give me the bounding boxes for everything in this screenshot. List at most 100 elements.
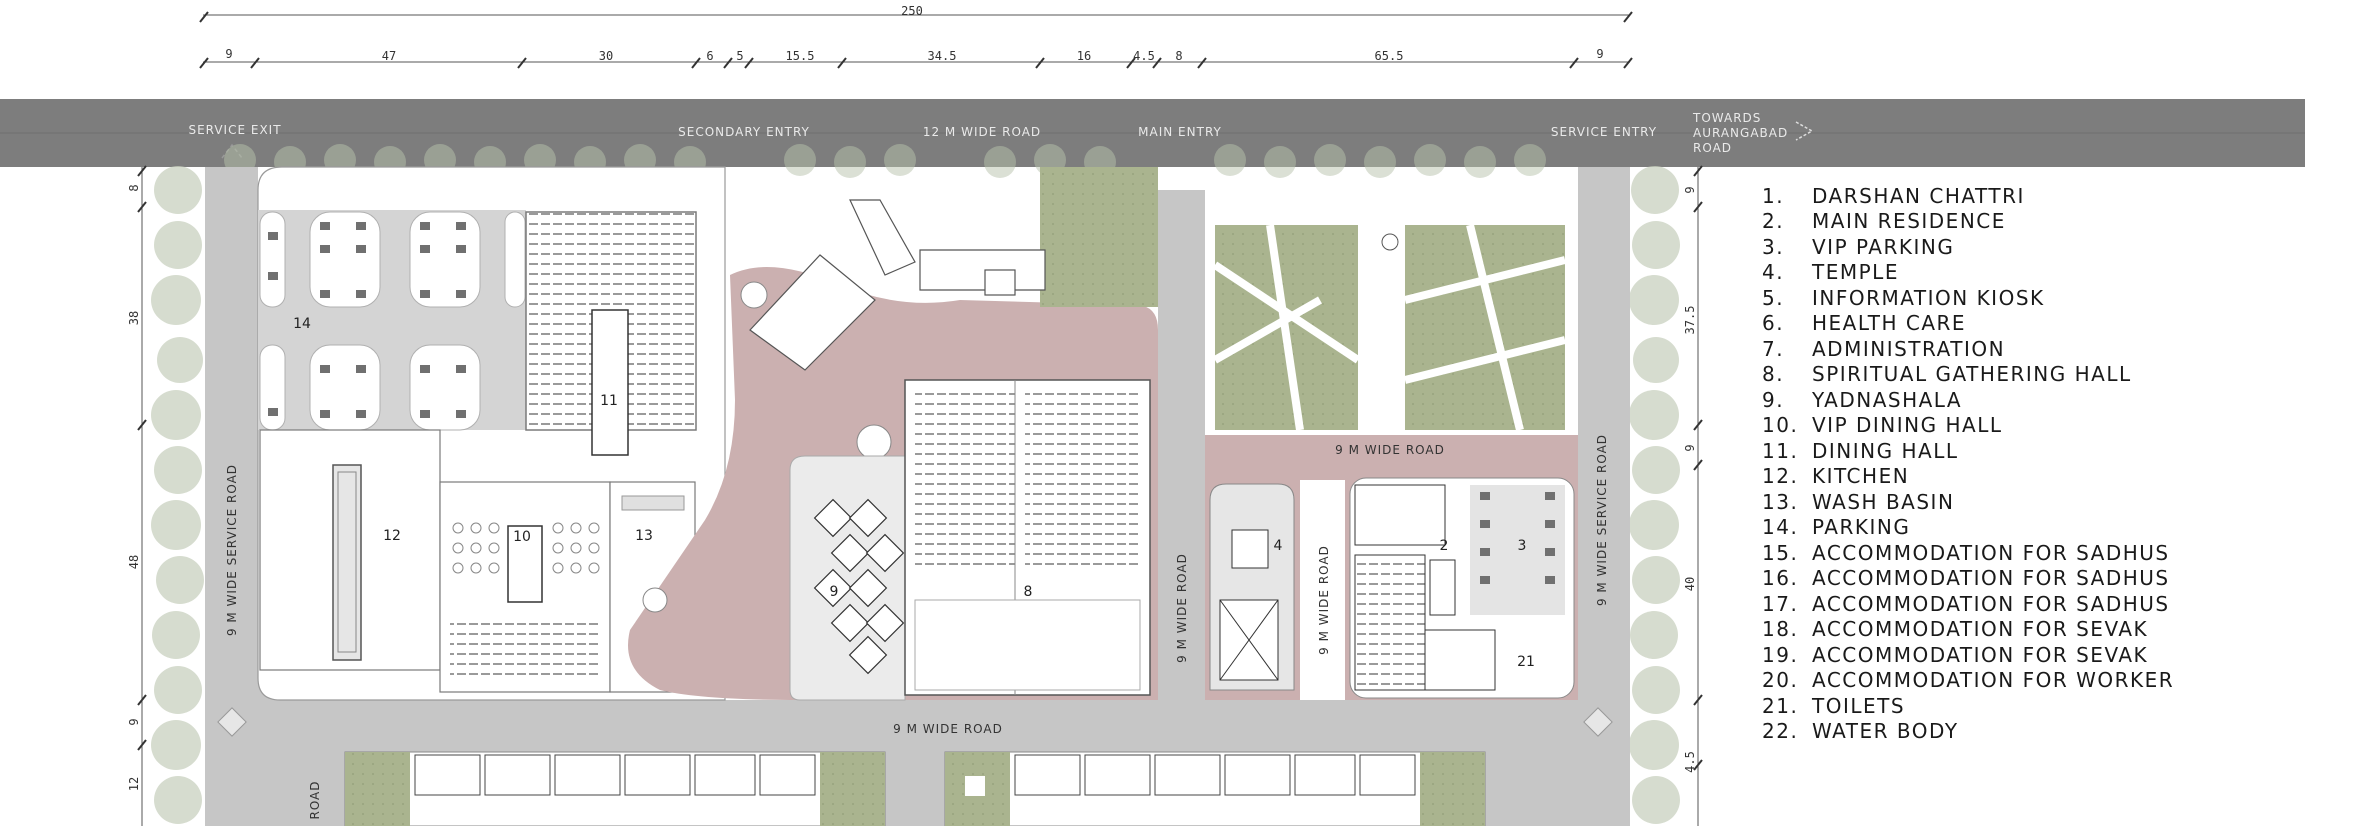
dim-segment: 6: [706, 49, 713, 63]
legend-item: 10. VIP DINING HALL: [1762, 413, 2322, 439]
legend-item: 1. DARSHAN CHATTRI: [1762, 183, 2322, 209]
legend-label: YADNASHALA: [1812, 387, 1963, 412]
legend-item: 16. ACCOMMODATION FOR SADHUS: [1762, 566, 2322, 592]
legend-number: 18.: [1762, 617, 1799, 642]
overall-dimension: 250: [901, 4, 923, 18]
right-dim: 4.5: [1683, 751, 1697, 773]
legend-number: 6.: [1762, 311, 1785, 336]
legend-number: 21.: [1762, 693, 1799, 718]
legend-item: 5. INFORMATION KIOSK: [1762, 285, 2322, 311]
legend-number: 12.: [1762, 464, 1799, 489]
legend-label: TEMPLE: [1812, 260, 1899, 285]
zone-number-yadnashala: 9: [830, 584, 839, 600]
left-dim: 48: [127, 555, 141, 569]
legend-number: 2.: [1762, 209, 1785, 234]
legend-number: 11.: [1762, 438, 1799, 463]
legend-number: 16.: [1762, 566, 1799, 591]
right-dim: 40: [1683, 577, 1697, 591]
left-service-road-label: 9 M WIDE SERVICE ROAD: [225, 464, 239, 636]
towards-road-label: TOWARDS: [1692, 111, 1761, 125]
legend-item: 22. WATER BODY: [1762, 719, 2322, 745]
left-dimension-line: [137, 165, 147, 826]
vertical-road-b-label: 9 M WIDE ROAD: [1317, 545, 1331, 655]
legend-item: 3. VIP PARKING: [1762, 234, 2322, 260]
spiritual-gathering-hall: [904, 379, 1151, 696]
legend-label: DARSHAN CHATTRI: [1812, 183, 2025, 208]
towards-road-label: AURANGABAD: [1693, 126, 1788, 140]
dim-segment: 9: [1596, 47, 1603, 61]
legend-label: ACCOMMODATION FOR WORKER: [1812, 668, 2175, 693]
legend-number: 20.: [1762, 668, 1799, 693]
right-dim: 9: [1683, 186, 1697, 193]
legend-number: 13.: [1762, 489, 1799, 514]
legend-item: 13. WASH BASIN: [1762, 489, 2322, 515]
legend-label: SPIRITUAL GATHERING HALL: [1812, 362, 2132, 387]
legend-label: PARKING: [1812, 515, 1911, 540]
left-dim: 8: [127, 184, 141, 191]
kitchen: [259, 429, 441, 671]
legend-item: 4. TEMPLE: [1762, 260, 2322, 286]
temple: [1205, 480, 1300, 700]
legend-label: ACCOMMODATION FOR SADHUS: [1812, 591, 2170, 616]
legend-item: 14. PARKING: [1762, 515, 2322, 541]
bottom-road-label: 9 M WIDE ROAD: [893, 722, 1003, 736]
dim-segment: 30: [599, 49, 613, 63]
legend-number: 7.: [1762, 336, 1785, 361]
dim-segment: 34.5: [928, 49, 957, 63]
legend-item: 20. ACCOMMODATION FOR WORKER: [1762, 668, 2322, 694]
legend-label: MAIN RESIDENCE: [1812, 209, 2006, 234]
legend-label: ACCOMMODATION FOR SEVAK: [1812, 617, 2149, 642]
left-dim: 38: [127, 311, 141, 325]
legend-label: KITCHEN: [1812, 464, 1910, 489]
bottom-left-road-label: ROAD: [308, 780, 322, 819]
legend-label: ACCOMMODATION FOR SADHUS: [1812, 540, 2170, 565]
zone-number-kitchen: 12: [383, 528, 401, 544]
legend-number: 19.: [1762, 642, 1799, 667]
legend-item: 19. ACCOMMODATION FOR SEVAK: [1762, 642, 2322, 668]
legend-label: VIP DINING HALL: [1812, 413, 2003, 438]
zone-number-toilets: 21: [1517, 654, 1535, 670]
zone-number-dining: 11: [600, 393, 618, 409]
legend-label: TOILETS: [1812, 693, 1906, 718]
zone-number-wash-basin: 13: [635, 528, 653, 544]
dim-segment: 5: [736, 49, 743, 63]
legend-item: 12. KITCHEN: [1762, 464, 2322, 490]
legend-label: VIP PARKING: [1812, 234, 1955, 259]
legend-number: 14.: [1762, 515, 1799, 540]
legend-number: 3.: [1762, 234, 1785, 259]
legend-number: 4.: [1762, 260, 1785, 285]
right-dim: 37.5: [1683, 306, 1697, 335]
zone-number-gathering-hall: 8: [1024, 584, 1033, 600]
east-road-label: 9 M WIDE ROAD: [1335, 443, 1445, 457]
secondary-entry-label: SECONDARY ENTRY: [678, 125, 810, 139]
legend-number: 9.: [1762, 387, 1785, 412]
legend-label: INFORMATION KIOSK: [1812, 285, 2045, 310]
legend-label: ACCOMMODATION FOR SEVAK: [1812, 642, 2149, 667]
east-garden: [1205, 215, 1578, 435]
zone-number-parking: 14: [293, 316, 311, 332]
main-entry-label: MAIN ENTRY: [1138, 125, 1222, 139]
legend-number: 1.: [1762, 183, 1785, 208]
legend-number: 22.: [1762, 719, 1799, 744]
legend-number: 10.: [1762, 413, 1799, 438]
top-road-label: 12 M WIDE ROAD: [923, 125, 1041, 139]
legend-number: 15.: [1762, 540, 1799, 565]
vertical-road-a-label: 9 M WIDE ROAD: [1175, 553, 1189, 663]
legend-label: WATER BODY: [1812, 719, 1959, 744]
legend-item: 7. ADMINISTRATION: [1762, 336, 2322, 362]
yadnashala: [789, 455, 906, 701]
legend-item: 2. MAIN RESIDENCE: [1762, 209, 2322, 235]
zone-number-temple: 4: [1274, 538, 1283, 554]
left-dim: 9: [127, 718, 141, 725]
legend-item: 9. YADNASHALA: [1762, 387, 2322, 413]
legend-item: 17. ACCOMMODATION FOR SADHUS: [1762, 591, 2322, 617]
legend-item: 18. ACCOMMODATION FOR SEVAK: [1762, 617, 2322, 643]
dim-segment: 16: [1077, 49, 1091, 63]
top-dimension-line: [199, 11, 1633, 69]
dim-segment: 15.5: [786, 49, 815, 63]
zone-number-vip-dining: 10: [513, 529, 531, 545]
zone-number-vip-parking: 3: [1518, 538, 1527, 554]
service-entry-label: SERVICE ENTRY: [1551, 125, 1657, 139]
right-service-road-label: 9 M WIDE SERVICE ROAD: [1595, 434, 1609, 606]
left-dim: 12: [127, 777, 141, 791]
